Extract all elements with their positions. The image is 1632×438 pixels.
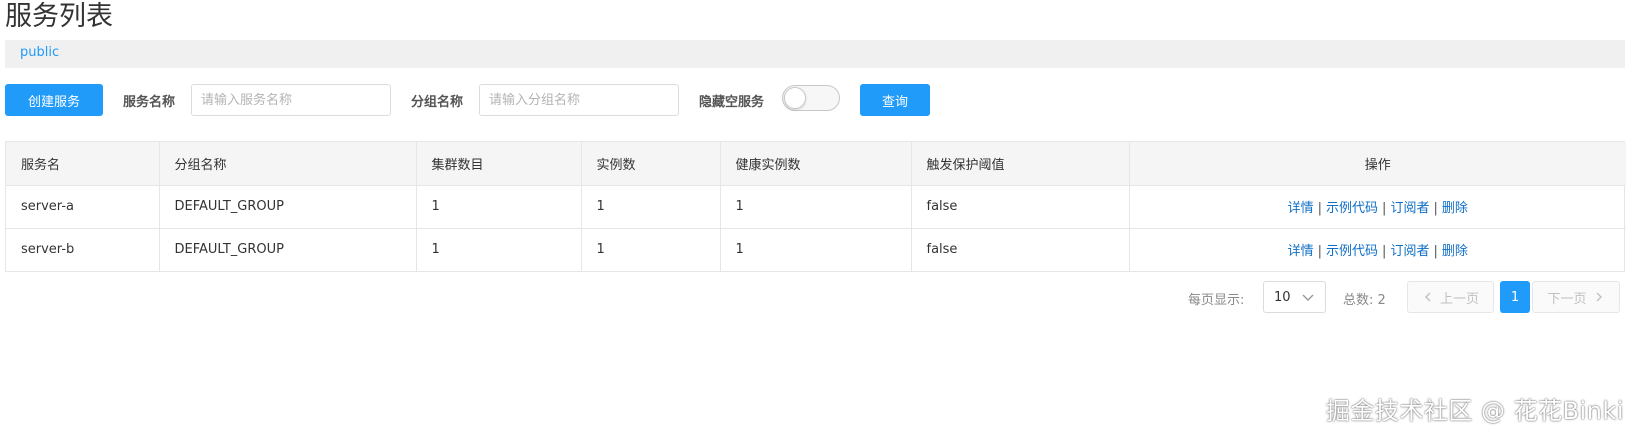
cell-clusters: 1 xyxy=(416,228,582,271)
chevron-right-icon xyxy=(1596,292,1602,302)
cell-instances: 1 xyxy=(581,185,721,229)
cell-ops: 详情 | 示例代码 | 订阅者 | 删除 xyxy=(1129,228,1626,271)
search-toolbar: 创建服务 服务名称 分组名称 隐藏空服务 查询 xyxy=(5,84,1625,116)
cell-healthy: 1 xyxy=(720,185,912,229)
page-title: 服务列表 xyxy=(5,1,113,32)
query-button[interactable]: 查询 xyxy=(860,84,930,116)
namespace-public-link[interactable]: public xyxy=(20,45,59,60)
page-number-current[interactable]: 1 xyxy=(1500,281,1530,313)
op-separator: | xyxy=(1382,244,1387,260)
col-header-group: 分组名称 xyxy=(159,142,417,186)
watermark: 掘金技术社区 @ 花花Binki xyxy=(1325,397,1624,425)
cell-protect: false xyxy=(911,185,1130,229)
total-count: 总数: 2 xyxy=(1343,293,1386,308)
per-page-value: 10 xyxy=(1274,290,1291,305)
per-page-label: 每页显示: xyxy=(1188,293,1245,308)
cell-group: DEFAULT_GROUP xyxy=(159,228,417,271)
col-header-clusters: 集群数目 xyxy=(416,142,582,186)
group-name-input[interactable] xyxy=(479,84,679,116)
namespace-bar: public xyxy=(5,40,1625,68)
prev-page-label: 上一页 xyxy=(1439,291,1479,307)
op-separator: | xyxy=(1433,201,1438,216)
hide-empty-label: 隐藏空服务 xyxy=(699,95,765,110)
col-header-healthy: 健康实例数 xyxy=(720,142,912,186)
col-header-ops: 操作 xyxy=(1129,142,1626,186)
table-header-row: 服务名 分组名称 集群数目 实例数 健康实例数 触发保护阈值 操作 xyxy=(6,142,1626,186)
chevron-left-icon xyxy=(1424,292,1431,302)
col-header-instances: 实例数 xyxy=(581,142,721,186)
op-separator: | xyxy=(1317,201,1323,216)
cell-healthy: 1 xyxy=(720,228,912,271)
per-page-select[interactable]: 10 xyxy=(1263,281,1326,313)
sample-code-link[interactable]: 示例代码 xyxy=(1326,201,1378,216)
table-row: server-b DEFAULT_GROUP 1 1 1 false 详情 | 示例… xyxy=(6,228,1626,271)
delete-link[interactable]: 删除 xyxy=(1442,201,1468,216)
subscriber-link[interactable]: 订阅者 xyxy=(1390,201,1429,216)
cell-service: server-b xyxy=(6,228,160,271)
service-table: 服务名 分组名称 集群数目 实例数 健康实例数 触发保护阈值 操作 server… xyxy=(5,141,1626,272)
cell-clusters: 1 xyxy=(416,185,582,229)
op-separator: | xyxy=(1317,244,1323,260)
col-header-protect: 触发保护阈值 xyxy=(911,142,1130,186)
chevron-down-icon xyxy=(1302,294,1314,301)
op-separator: | xyxy=(1382,201,1387,216)
service-name-input[interactable] xyxy=(191,84,391,116)
detail-link[interactable]: 详情 xyxy=(1288,244,1314,259)
hide-empty-switch[interactable] xyxy=(782,85,840,111)
group-name-label: 分组名称 xyxy=(411,95,464,110)
op-separator: | xyxy=(1433,244,1438,260)
cell-instances: 1 xyxy=(581,228,721,271)
prev-page-button[interactable]: 上一页 xyxy=(1407,281,1494,313)
create-service-button[interactable]: 创建服务 xyxy=(5,84,103,116)
pagination: 每页显示: 10 总数: 2 上一页 1 下一页 xyxy=(0,281,1632,313)
next-page-label: 下一页 xyxy=(1547,291,1587,307)
cell-ops: 详情 | 示例代码 | 订阅者 | 删除 xyxy=(1129,185,1626,229)
subscriber-link[interactable]: 订阅者 xyxy=(1390,244,1429,259)
sample-code-link[interactable]: 示例代码 xyxy=(1326,244,1378,259)
col-header-service: 服务名 xyxy=(6,142,160,186)
switch-knob xyxy=(784,87,806,109)
cell-protect: false xyxy=(911,228,1130,271)
cell-service: server-a xyxy=(6,185,160,229)
delete-link[interactable]: 删除 xyxy=(1442,244,1468,259)
detail-link[interactable]: 详情 xyxy=(1288,201,1314,216)
cell-group: DEFAULT_GROUP xyxy=(159,185,417,229)
table-row: server-a DEFAULT_GROUP 1 1 1 false 详情 | 示例… xyxy=(6,185,1626,229)
next-page-button[interactable]: 下一页 xyxy=(1532,281,1620,313)
service-name-label: 服务名称 xyxy=(123,95,176,110)
